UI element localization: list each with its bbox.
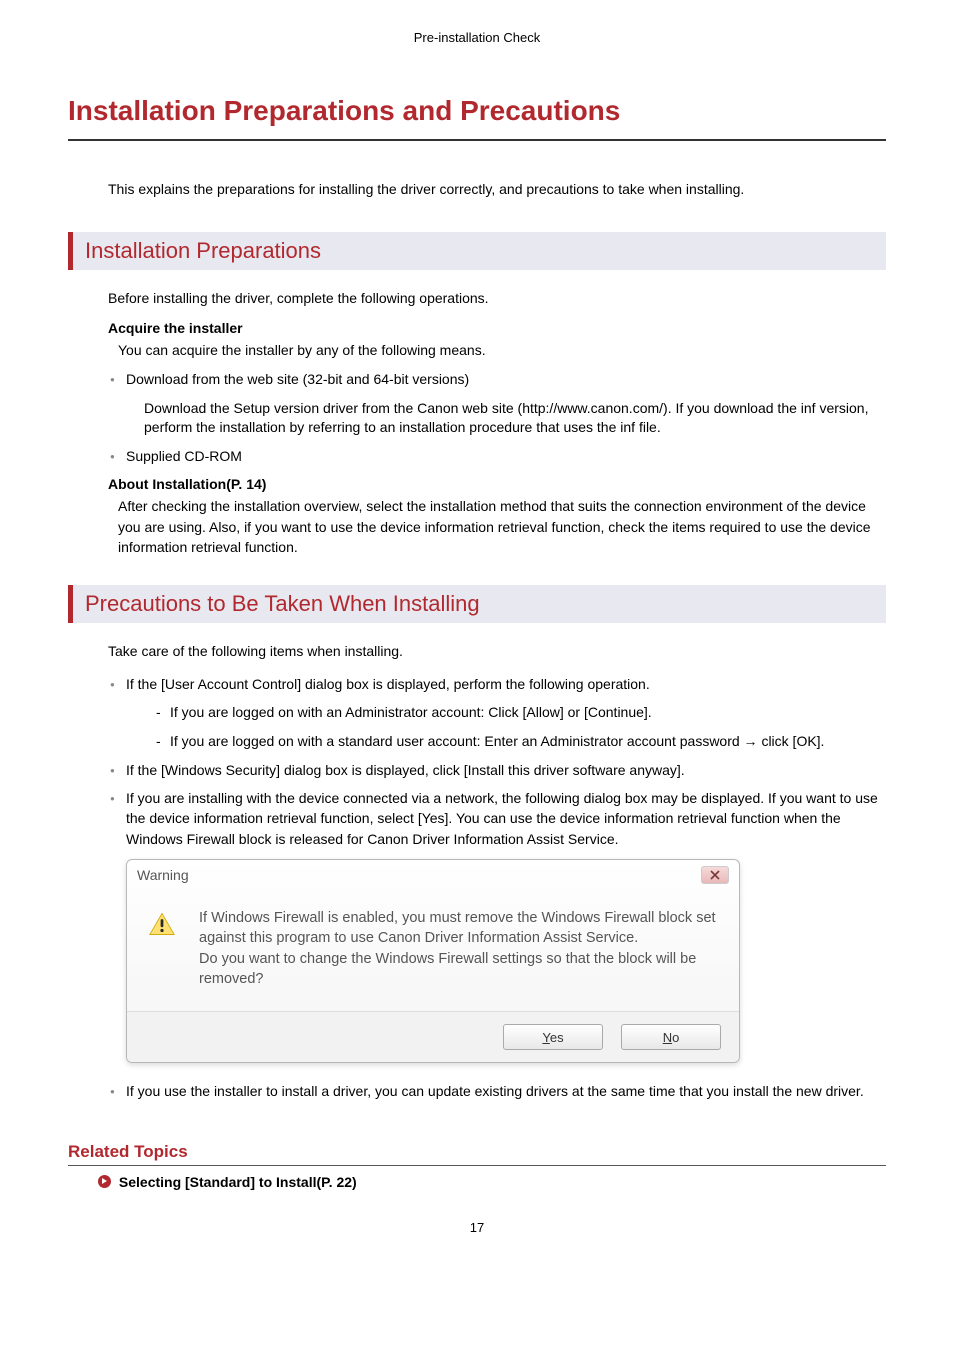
warning-dialog-screenshot: Warning If Windows Firewall is enabled, … xyxy=(126,859,886,1063)
dialog-message-1: If Windows Firewall is enabled, you must… xyxy=(199,908,717,949)
about-installation-label[interactable]: About Installation(P. 14) xyxy=(108,476,886,492)
intro-text: This explains the preparations for insta… xyxy=(108,181,886,197)
related-link-row: Selecting [Standard] to Install(P. 22) xyxy=(98,1174,886,1190)
section2-lead: Take care of the following items when in… xyxy=(108,641,886,661)
bullet-cdrom: Supplied CD-ROM xyxy=(108,446,886,466)
related-link-1[interactable]: Selecting [Standard] to Install(P. 22) xyxy=(119,1174,357,1190)
about-installation-text: After checking the installation overview… xyxy=(118,496,886,557)
bullet-download-desc: Download the Setup version driver from t… xyxy=(144,399,886,438)
warning-dialog: Warning If Windows Firewall is enabled, … xyxy=(126,859,740,1063)
acquire-installer-label: Acquire the installer xyxy=(108,320,886,336)
related-topics-heading: Related Topics xyxy=(68,1142,886,1166)
dialog-no-button[interactable]: No xyxy=(621,1024,721,1050)
warning-icon xyxy=(149,908,189,989)
dialog-close-button[interactable] xyxy=(701,866,729,884)
page-title: Installation Preparations and Precaution… xyxy=(68,95,886,141)
running-header: Pre-installation Check xyxy=(68,30,886,45)
precaution-uac: If the [User Account Control] dialog box… xyxy=(108,674,886,752)
close-icon xyxy=(710,870,720,880)
dialog-message-2: Do you want to change the Windows Firewa… xyxy=(199,949,717,990)
dialog-title: Warning xyxy=(137,867,189,883)
page-number: 17 xyxy=(68,1220,886,1235)
precaution-winsec: If the [Windows Security] dialog box is … xyxy=(108,760,886,780)
precaution-uac-text: If the [User Account Control] dialog box… xyxy=(126,676,650,692)
precaution-network: If you are installing with the device co… xyxy=(108,788,886,849)
uac-standard: If you are logged on with a standard use… xyxy=(156,731,886,752)
precaution-update: If you use the installer to install a dr… xyxy=(108,1081,886,1101)
uac-admin: If you are logged on with an Administrat… xyxy=(156,702,886,723)
section-heading-preparations: Installation Preparations xyxy=(68,232,886,270)
dialog-yes-button[interactable]: Yes xyxy=(503,1024,603,1050)
acquire-installer-text: You can acquire the installer by any of … xyxy=(118,340,886,360)
section1-lead: Before installing the driver, complete t… xyxy=(108,288,886,308)
play-bullet-icon xyxy=(98,1175,111,1188)
bullet-download: Download from the web site (32-bit and 6… xyxy=(108,369,886,389)
section-heading-precautions: Precautions to Be Taken When Installing xyxy=(68,585,886,623)
